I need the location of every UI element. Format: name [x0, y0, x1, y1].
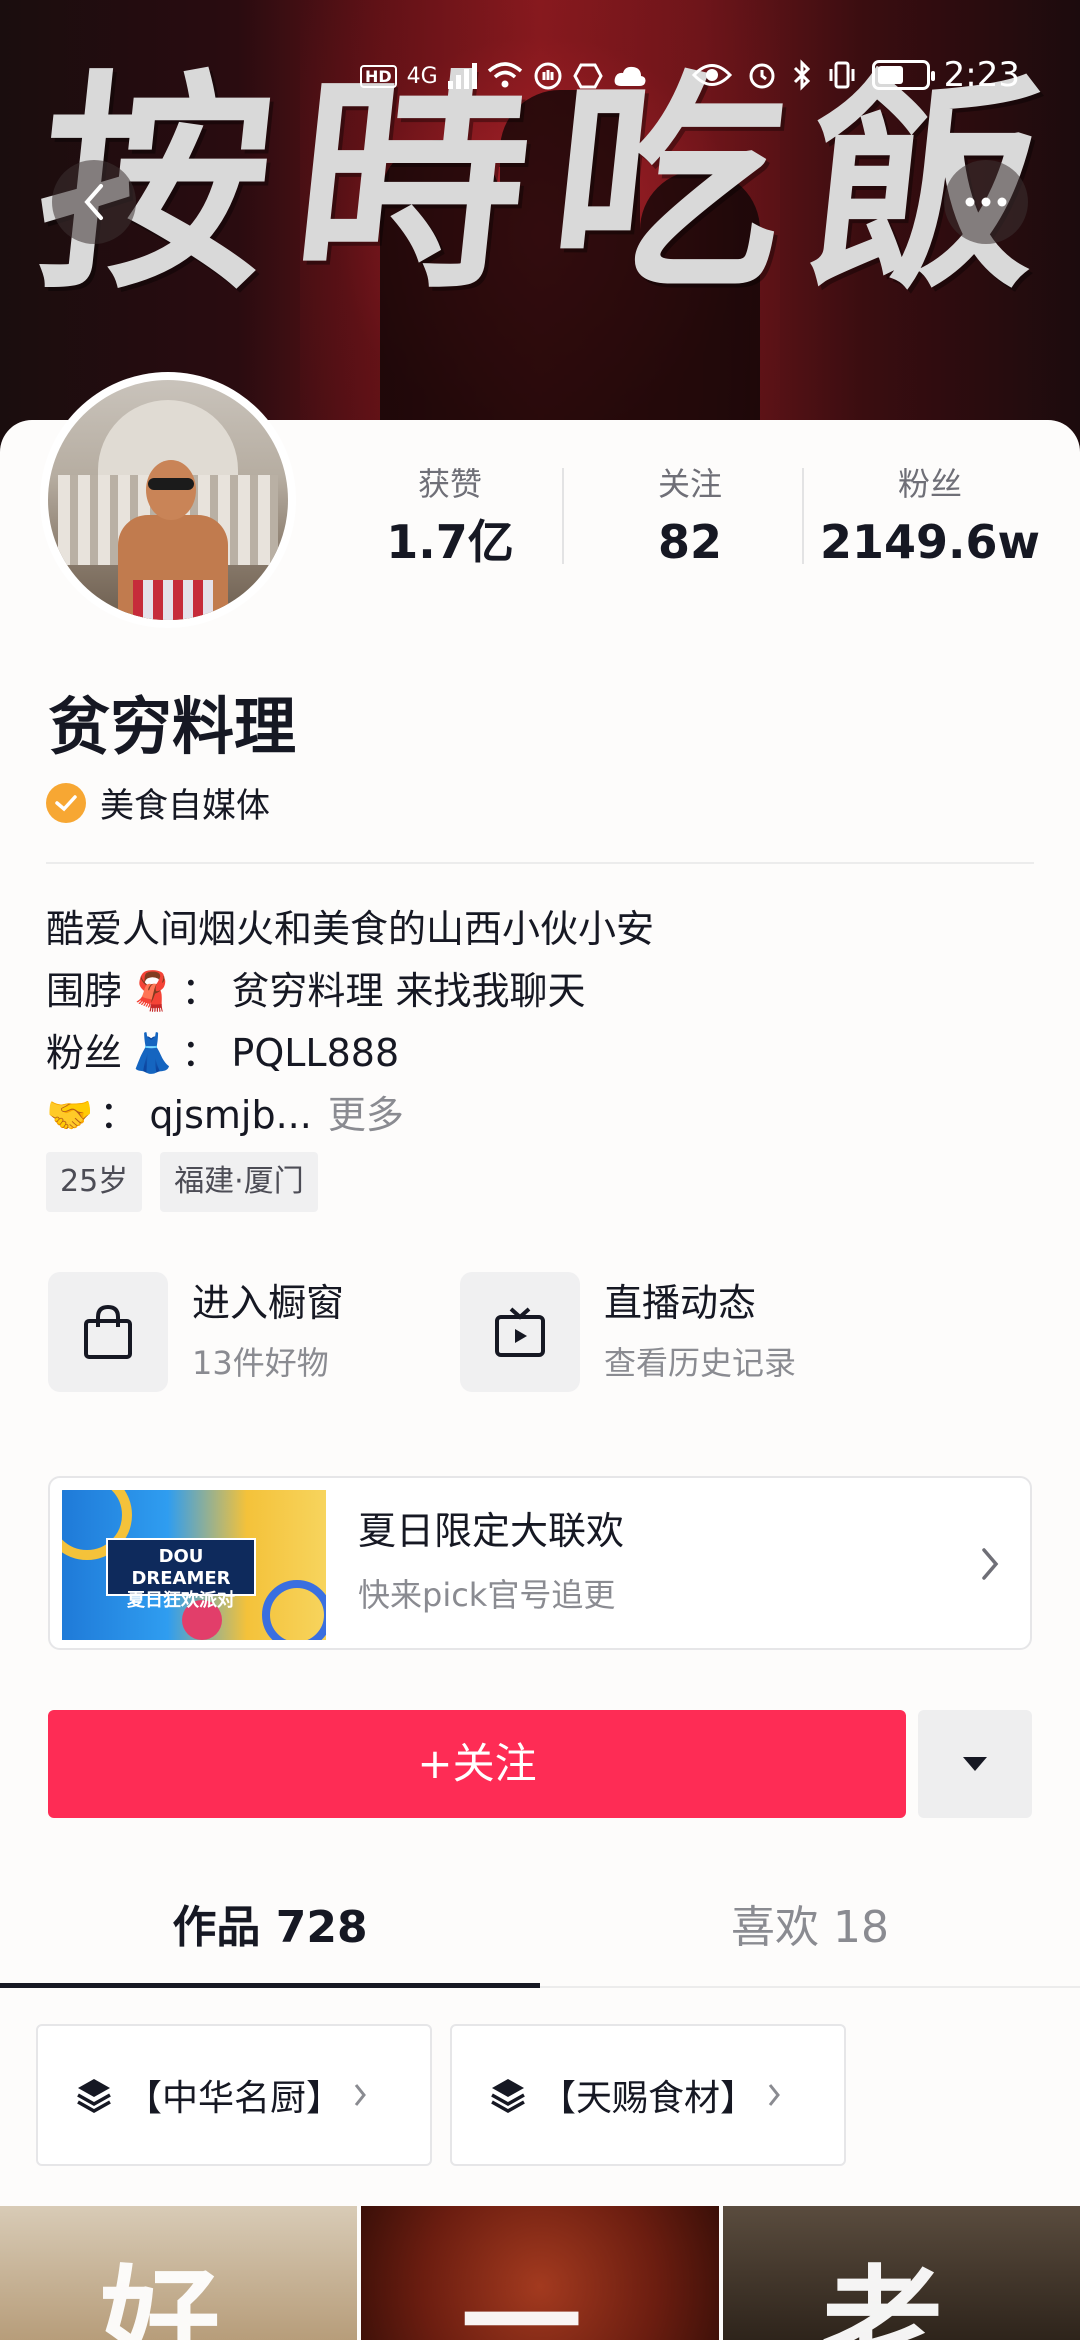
shield-icon — [573, 61, 603, 91]
bio: 酷爱人间烟火和美食的山西小伙小安 围脖 🧣 ： 贫穷料理 来找我聊天 粉丝 👗 … — [46, 898, 654, 1146]
collections-row: 【中华名厨】 【天赐食材】 — [36, 2024, 846, 2166]
network-label: 4G — [406, 63, 438, 89]
stat-label: 关注 — [657, 465, 722, 503]
verified-check-icon — [46, 782, 86, 823]
layers-icon — [77, 2079, 111, 2114]
thumbnail-text: 一 — [461, 2253, 582, 2340]
dress-emoji-icon: 👗 — [128, 1031, 176, 1075]
live-history-entry[interactable]: 直播动态 查看历史记录 — [460, 1272, 872, 1392]
bio-text: 粉丝 — [46, 1031, 123, 1075]
stat-value: 2149.6w — [819, 515, 1040, 569]
alarm-icon — [746, 59, 778, 91]
video-thumbnail[interactable]: 好 — [0, 2206, 358, 2340]
avatar-glasses — [148, 478, 194, 490]
status-bar: HD 4G 2:23 — [0, 55, 1080, 105]
bio-line: 🤝 ： qjsmjb... 更多 — [46, 1084, 654, 1146]
promo-image-text: DOU DREAMER 夏日狂欢派对 — [106, 1538, 256, 1611]
cloud-icon — [613, 64, 647, 88]
profile-tags: 25岁 福建·厦门 — [46, 1152, 318, 1212]
profile-name: 贫穷料理 — [48, 690, 297, 763]
vibrate-icon — [826, 59, 858, 91]
follow-button[interactable]: +关注 — [48, 1710, 906, 1818]
collection-label: 【天赐食材】 — [540, 2078, 757, 2119]
stat-likes[interactable]: 获赞 1.7亿 — [330, 462, 570, 572]
stat-value: 82 — [657, 515, 722, 569]
tab-likes[interactable]: 喜欢 18 — [540, 1880, 1080, 1986]
promo-image: DOU DREAMER 夏日狂欢派对 — [62, 1490, 326, 1640]
more-options-button[interactable] — [944, 160, 1028, 244]
bio-text: 围脖 — [46, 969, 123, 1013]
stat-value: 1.7亿 — [386, 515, 514, 569]
video-thumbnail[interactable]: 老 — [722, 2206, 1080, 2340]
avatar-image — [48, 380, 288, 620]
shop-window-entry[interactable]: 进入橱窗 13件好物 — [48, 1272, 460, 1392]
stat-label: 粉丝 — [897, 465, 962, 503]
tag-age: 25岁 — [46, 1152, 143, 1212]
verification-row: 美食自媒体 — [46, 778, 270, 827]
entry-title: 直播动态 — [604, 1281, 757, 1325]
thumbnail-text: 好 — [100, 2253, 220, 2340]
bluetooth-icon — [792, 59, 812, 91]
collection-card[interactable]: 【中华名厨】 — [36, 2024, 432, 2166]
recommend-dropdown-button[interactable] — [918, 1710, 1032, 1818]
tab-works[interactable]: 作品 728 — [0, 1880, 540, 1988]
bio-line: 粉丝 👗 ： PQLL888 — [46, 1022, 654, 1084]
content-tabs: 作品 728 喜欢 18 — [0, 1880, 1080, 1988]
shopping-bag-icon — [48, 1272, 168, 1392]
entry-row: 进入橱窗 13件好物 直播动态 查看历史记录 — [48, 1272, 1048, 1392]
wifi-icon — [487, 61, 523, 91]
stat-following[interactable]: 关注 82 — [562, 462, 810, 572]
scarf-emoji-icon: 🧣 — [128, 969, 176, 1013]
layers-icon — [491, 2079, 525, 2114]
chevron-right-icon — [982, 1548, 999, 1580]
entry-subtitle: 13件好物 — [192, 1344, 329, 1382]
tag-location: 福建·厦门 — [160, 1152, 318, 1212]
video-thumbnail[interactable]: 一 — [361, 2206, 719, 2340]
avatar-shorts — [133, 580, 213, 620]
battery-icon — [871, 60, 935, 90]
collection-card[interactable]: 【天赐食材】 — [450, 2024, 846, 2166]
bio-text: 酷爱人间烟火和美食的山西小伙小安 — [46, 907, 655, 951]
hd-icon: HD — [360, 64, 397, 88]
bio-line: 围脖 🧣 ： 贫穷料理 来找我聊天 — [46, 960, 654, 1022]
bio-text: ： PQLL888 — [181, 1031, 400, 1075]
verification-label: 美食自媒体 — [100, 786, 270, 826]
ellipsis-icon — [965, 197, 1007, 207]
entry-title: 进入橱窗 — [192, 1281, 345, 1325]
stats-row: 获赞 1.7亿 关注 82 粉丝 2149.6w — [330, 462, 1050, 572]
promo-banner[interactable]: DOU DREAMER 夏日狂欢派对 夏日限定大联欢 快来pick官号追更 — [48, 1476, 1032, 1650]
bio-text: ： 贫穷料理 来找我聊天 — [181, 969, 586, 1013]
video-grid: 好 一 老 — [0, 2206, 1080, 2340]
divider — [46, 862, 1034, 864]
avatar-head — [146, 460, 196, 520]
chevron-right-icon — [768, 2084, 780, 2106]
collection-label: 【中华名厨】 — [126, 2078, 343, 2119]
status-right: 2:23 — [691, 55, 1020, 95]
entry-subtitle: 查看历史记录 — [604, 1344, 797, 1382]
battery-fill — [877, 66, 903, 84]
back-button[interactable] — [52, 160, 136, 244]
clock: 2:23 — [943, 55, 1020, 95]
signal-icon — [447, 63, 477, 89]
eye-icon — [691, 62, 732, 88]
tv-icon — [460, 1272, 580, 1392]
bio-text: ： qjsmjb... — [99, 1093, 312, 1137]
avatar[interactable] — [40, 372, 296, 628]
thumbnail-text: 老 — [822, 2253, 943, 2340]
bio-more-link[interactable]: 更多 — [328, 1084, 404, 1146]
bio-line: 酷爱人间烟火和美食的山西小伙小安 — [46, 898, 654, 960]
stat-label: 获赞 — [417, 465, 482, 503]
promo-subtitle: 快来pick官号追更 — [358, 1576, 616, 1614]
stat-followers[interactable]: 粉丝 2149.6w — [802, 462, 1050, 572]
chevron-right-icon — [354, 2084, 366, 2106]
promo-title: 夏日限定大联欢 — [358, 1509, 625, 1553]
handshake-emoji-icon: 🤝 — [46, 1093, 94, 1137]
caret-down-icon — [963, 1757, 987, 1771]
hand-icon — [533, 61, 563, 91]
promo-decoration — [262, 1580, 326, 1640]
status-left: HD 4G — [360, 61, 647, 91]
chevron-left-icon — [84, 184, 103, 220]
